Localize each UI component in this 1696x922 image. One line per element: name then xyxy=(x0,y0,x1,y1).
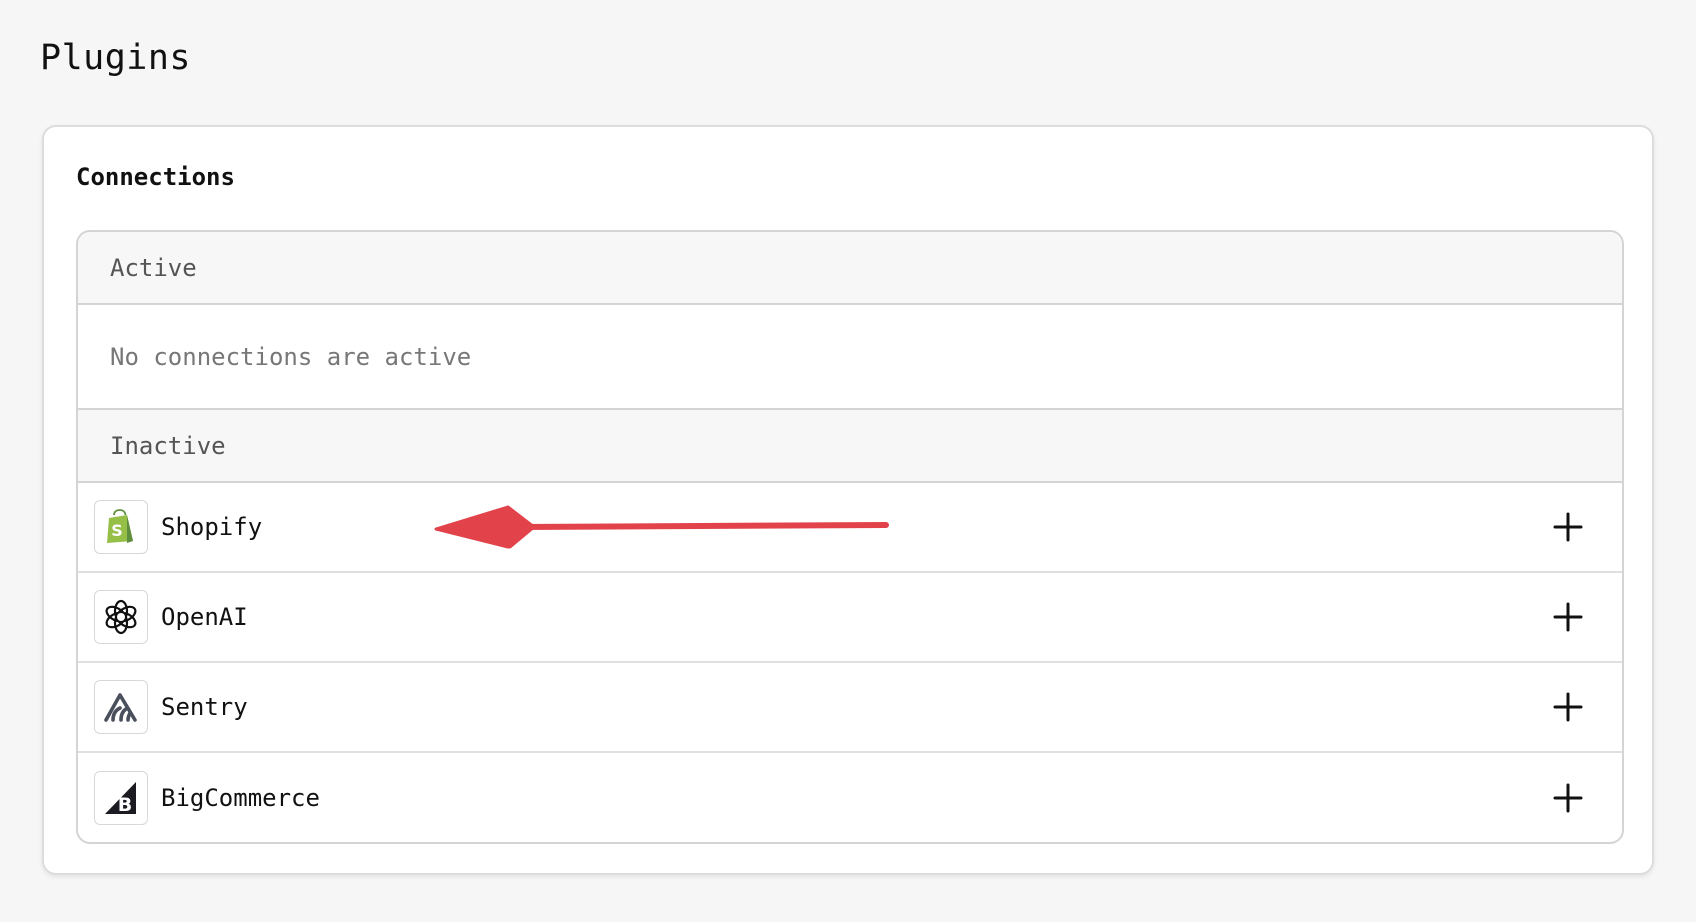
plugin-row-openai: OpenAI xyxy=(78,573,1622,663)
active-empty-state: No connections are active xyxy=(78,305,1622,410)
plus-icon xyxy=(1553,692,1583,722)
sentry-icon xyxy=(104,693,137,722)
active-section-header: Active xyxy=(78,232,1622,305)
connections-list: Active No connections are active Inactiv… xyxy=(76,230,1624,844)
active-empty-text: No connections are active xyxy=(110,342,472,371)
plugin-row-shopify: S Shopify xyxy=(78,483,1622,573)
svg-text:S: S xyxy=(111,521,123,540)
add-sentry-button[interactable] xyxy=(1550,689,1586,725)
plugin-row-bigcommerce: B BigCommerce xyxy=(78,753,1622,842)
bigcommerce-logo: B xyxy=(94,771,148,825)
active-section-label: Active xyxy=(110,253,197,282)
bigcommerce-icon: B xyxy=(105,782,136,816)
connections-card: Connections Active No connections are ac… xyxy=(42,125,1654,875)
plugin-name-openai: OpenAI xyxy=(161,603,248,631)
shopify-logo: S xyxy=(94,500,148,554)
page-title: Plugins xyxy=(40,38,192,78)
plugin-name-bigcommerce: BigCommerce xyxy=(161,784,320,812)
add-openai-button[interactable] xyxy=(1550,599,1586,635)
plus-icon xyxy=(1553,512,1583,542)
plus-icon xyxy=(1553,602,1583,632)
openai-logo xyxy=(94,590,148,644)
plugin-name-shopify: Shopify xyxy=(161,513,263,541)
add-bigcommerce-button[interactable] xyxy=(1550,780,1586,816)
connections-title: Connections xyxy=(76,163,235,191)
shopify-icon: S xyxy=(107,509,133,543)
openai-icon xyxy=(105,599,137,635)
plugin-row-sentry: Sentry xyxy=(78,663,1622,753)
svg-text:B: B xyxy=(118,794,132,816)
sentry-logo xyxy=(94,680,148,734)
plus-icon xyxy=(1553,783,1583,813)
inactive-section-header: Inactive xyxy=(78,410,1622,483)
add-shopify-button[interactable] xyxy=(1550,509,1586,545)
plugin-name-sentry: Sentry xyxy=(161,693,248,721)
inactive-section-label: Inactive xyxy=(110,431,226,460)
